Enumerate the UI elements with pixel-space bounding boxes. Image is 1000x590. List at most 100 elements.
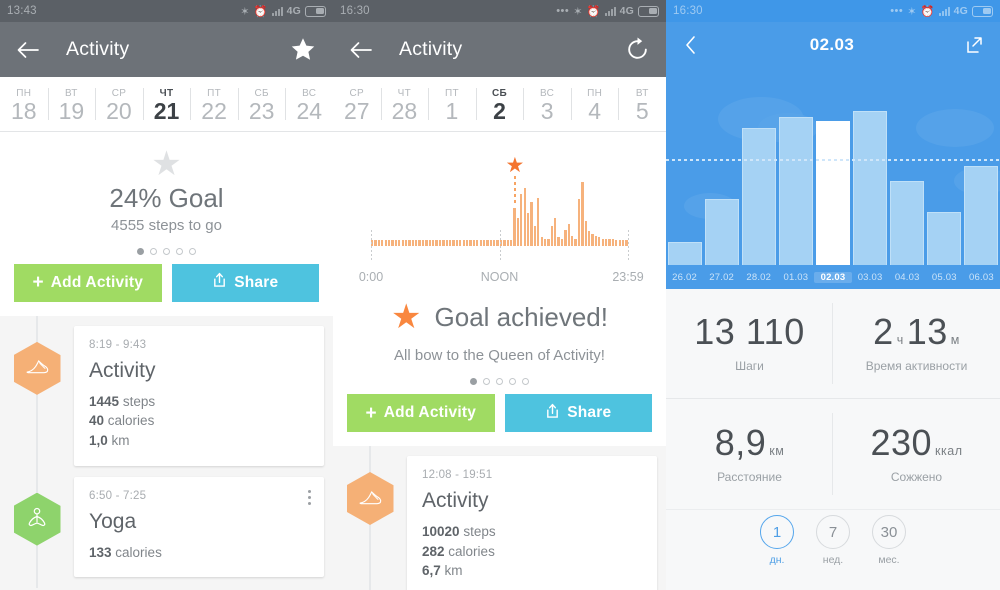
stat-value-wrap: 2 ч 13 м <box>873 314 960 350</box>
stat-value: 133 <box>89 544 112 560</box>
date-day[interactable]: ПТ 1 <box>428 77 476 131</box>
phone-screen-activity-goal: 13:43 ✶ ⏰ 4G Activity ПН 18 ВТ 19 СР 20 ЧТ 2… <box>0 0 333 590</box>
date-day[interactable]: ЧТ 28 <box>380 77 429 131</box>
steps-bar[interactable] <box>704 198 740 265</box>
shoe-icon <box>13 341 61 395</box>
refresh-icon[interactable] <box>625 37 650 62</box>
stat-calories[interactable]: 230 ккал Сожжено <box>833 399 1000 509</box>
day-chart-canvas: ★ <box>371 150 629 270</box>
chevron-left-icon[interactable] <box>682 35 700 55</box>
date-day[interactable]: СБ 23 <box>237 77 286 131</box>
steps-bar[interactable] <box>926 211 961 265</box>
day-chart-bar <box>591 234 594 246</box>
steps-bar-selected[interactable] <box>815 120 851 265</box>
carousel-dot[interactable] <box>496 378 503 385</box>
carousel-dots[interactable] <box>137 247 196 255</box>
overflow-menu-icon[interactable] <box>307 489 311 506</box>
day-chart-bar <box>526 212 530 246</box>
steps-bar[interactable] <box>668 242 703 265</box>
range-option-day[interactable]: 1 дн. <box>760 515 794 566</box>
external-link-icon[interactable] <box>964 35 984 55</box>
date-day[interactable]: СР 27 <box>333 77 381 131</box>
activity-stats: 10020 steps 282 calories 6,7 km <box>422 522 642 581</box>
chart-date-label[interactable]: 27.02 <box>703 272 740 283</box>
page-title: Activity <box>66 38 130 60</box>
date-day-selected[interactable]: ЧТ 21 <box>142 77 191 131</box>
date-day[interactable]: ВТ 19 <box>47 77 96 131</box>
stat-value: 1445 <box>89 393 120 409</box>
carousel-dot[interactable] <box>509 378 516 385</box>
activity-list-item[interactable]: 12:08 - 19:51 Activity 10020 steps 282 c… <box>333 456 666 590</box>
activity-list-item[interactable]: 8:19 - 9:43 Activity 1445 steps 40 calor… <box>0 325 333 477</box>
chart-date-label[interactable]: 02.03 <box>814 271 852 283</box>
carousel-dot[interactable] <box>137 247 144 255</box>
activity-card[interactable]: 6:50 - 7:25 Yoga 133 calories <box>74 476 324 578</box>
stat-active-time[interactable]: 2 ч 13 м Время активности <box>833 289 1000 399</box>
range-option-month[interactable]: 30 мес. <box>872 515 906 566</box>
stat-value-minutes: 13 <box>906 311 948 352</box>
steps-bar[interactable] <box>889 181 925 265</box>
arrow-left-icon[interactable] <box>349 41 373 59</box>
date-day[interactable]: ВС 24 <box>285 77 333 131</box>
axis-tick <box>628 230 629 260</box>
carousel-dots[interactable] <box>470 378 529 385</box>
yoga-icon <box>13 492 61 546</box>
chart-date-label[interactable]: 01.03 <box>777 272 814 283</box>
date-day[interactable]: ВТ 5 <box>618 77 666 131</box>
steps-bar[interactable] <box>852 111 888 265</box>
day-activity-chart: ★ 0:00 NOON 23:59 <box>333 132 666 290</box>
alarm-icon: ⏰ <box>586 5 601 18</box>
carousel-dot[interactable] <box>470 378 477 385</box>
chart-date-label[interactable]: 06.03 <box>963 272 1000 283</box>
date-day[interactable]: СР 20 <box>95 77 143 131</box>
steps-bar[interactable] <box>741 128 777 265</box>
stat-steps[interactable]: 13 110 Шаги <box>666 289 833 399</box>
activity-list-item[interactable]: 6:50 - 7:25 Yoga 133 calories <box>0 476 333 589</box>
stat-line: 40 calories <box>89 411 309 431</box>
carousel-dot[interactable] <box>163 247 170 255</box>
carousel-dot[interactable] <box>522 378 529 385</box>
carousel-dot[interactable] <box>483 378 490 385</box>
day-chart-bar <box>611 239 615 246</box>
battery-icon <box>972 5 993 17</box>
activity-icon-wrap <box>0 326 74 395</box>
day-chart-bar <box>588 231 591 246</box>
chart-date-label[interactable]: 05.03 <box>926 272 963 283</box>
share-button[interactable]: Share <box>504 394 652 432</box>
steps-bar[interactable] <box>778 116 814 265</box>
steps-bars[interactable] <box>666 75 1000 265</box>
status-icons: ✶ ⏰ 4G <box>240 5 326 18</box>
activity-card[interactable]: 12:08 - 19:51 Activity 10020 steps 282 c… <box>407 456 657 590</box>
stat-distance[interactable]: 8,9 км Расстояние <box>666 399 833 509</box>
add-activity-button[interactable]: + Add Activity <box>14 263 162 302</box>
chart-date-axis[interactable]: 26.02 27.02 28.02 01.03 02.03 03.03 04.03 05.03… <box>666 265 1000 289</box>
goal-line <box>666 158 1000 161</box>
chart-date-label[interactable]: 28.02 <box>740 272 777 283</box>
add-activity-button[interactable]: + Add Activity <box>347 394 495 432</box>
date-day[interactable]: ВС 3 <box>523 77 571 131</box>
carousel-dot[interactable] <box>189 247 196 255</box>
chart-date-label[interactable]: 04.03 <box>889 272 926 283</box>
chart-date-label[interactable]: 26.02 <box>666 272 703 283</box>
date-day[interactable]: ПТ 22 <box>190 77 238 131</box>
share-button[interactable]: Share <box>171 263 319 302</box>
activity-card[interactable]: 8:19 - 9:43 Activity 1445 steps 40 calor… <box>74 325 324 466</box>
day-chart-bar <box>384 240 387 246</box>
day-number: 1 <box>445 98 459 124</box>
star-icon: ★ <box>151 145 182 183</box>
date-day[interactable]: ПН 4 <box>570 77 619 131</box>
stat-label: Расстояние <box>717 469 782 484</box>
date-day[interactable]: ПН 18 <box>0 77 48 131</box>
star-icon[interactable] <box>289 36 317 63</box>
carousel-dot[interactable] <box>150 247 157 255</box>
arrow-left-icon[interactable] <box>16 41 40 59</box>
day-chart-bar <box>377 240 381 246</box>
goal-remaining-text: 4555 steps to go <box>111 216 222 234</box>
date-day-selected[interactable]: СБ 2 <box>475 77 524 131</box>
range-number: 7 <box>816 515 850 549</box>
day-chart-bar <box>425 240 428 246</box>
range-option-week[interactable]: 7 нед. <box>816 515 850 566</box>
chart-date-label[interactable]: 03.03 <box>852 272 889 283</box>
carousel-dot[interactable] <box>176 247 183 255</box>
steps-bar[interactable] <box>963 166 998 265</box>
